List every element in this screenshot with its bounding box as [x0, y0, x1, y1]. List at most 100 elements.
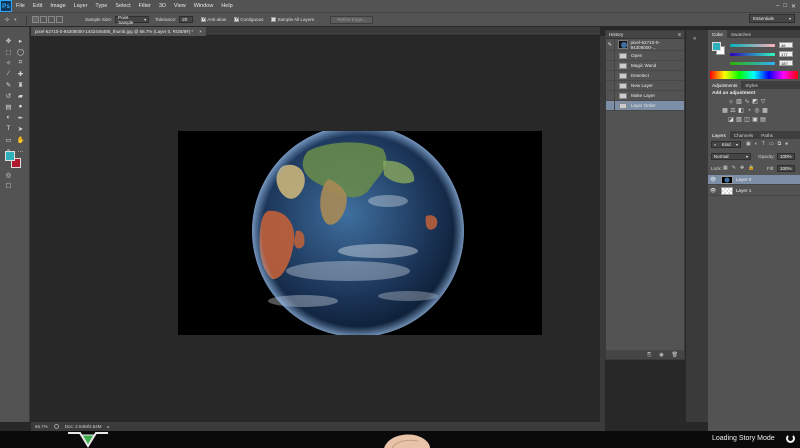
- invert-icon[interactable]: ◪: [728, 117, 734, 123]
- red-value[interactable]: 46: [779, 42, 793, 48]
- selective-color-icon[interactable]: ▣: [752, 117, 758, 123]
- blue-value[interactable]: 187: [779, 60, 793, 66]
- filter-toggle-icon[interactable]: ●: [785, 141, 788, 147]
- blue-slider[interactable]: 187: [730, 60, 793, 66]
- filter-shape-icon[interactable]: ▭: [769, 141, 774, 147]
- layer-filter-select[interactable]: ⌕ Kind ▾: [711, 141, 741, 148]
- filter-type-icon[interactable]: T: [762, 141, 765, 147]
- tab-swatches[interactable]: Swatches: [727, 30, 755, 38]
- panel-menu-icon[interactable]: ≡: [678, 32, 684, 38]
- hue-saturation-icon[interactable]: ▦: [722, 108, 728, 114]
- menu-help[interactable]: Help: [217, 3, 236, 9]
- tab-paths[interactable]: Paths: [757, 131, 777, 139]
- tab-adjustments[interactable]: Adjustments: [708, 81, 742, 89]
- add-selection-icon[interactable]: [40, 16, 47, 23]
- sample-all-layers-checkbox[interactable]: Sample All Layers: [271, 17, 314, 22]
- layer-name[interactable]: Layer 1: [736, 188, 751, 193]
- pen-tool-icon[interactable]: ✒: [16, 113, 25, 122]
- stamp-tool-icon[interactable]: ♜: [16, 80, 25, 89]
- trash-icon[interactable]: 🗑: [672, 352, 678, 358]
- refine-edge-button[interactable]: Refine Edge...: [330, 15, 374, 24]
- healing-tool-icon[interactable]: ✚: [16, 69, 25, 78]
- history-brush-source-icon[interactable]: [606, 90, 615, 101]
- tolerance-input[interactable]: 20: [179, 16, 194, 23]
- history-item[interactable]: New Layer: [606, 80, 684, 91]
- history-item[interactable]: Magic Wand: [606, 60, 684, 71]
- threshold-icon[interactable]: ◫: [744, 117, 750, 123]
- crop-tool-icon[interactable]: ⌗: [16, 58, 25, 67]
- marquee-tool-icon[interactable]: ⬚: [4, 47, 13, 56]
- ellipsis-icon[interactable]: …: [16, 146, 25, 155]
- layer-row[interactable]: 👁 Layer 0: [708, 175, 800, 185]
- status-menu-arrow-icon[interactable]: ▸: [108, 424, 110, 429]
- fill-input[interactable]: 100%: [777, 165, 795, 172]
- shape-tool-icon[interactable]: ▭: [4, 135, 13, 144]
- layer-row[interactable]: 👁 Layer 1: [708, 186, 800, 196]
- opacity-input[interactable]: 100%: [777, 153, 795, 160]
- quick-mask-icon[interactable]: ◎: [4, 170, 13, 179]
- history-item[interactable]: Open: [606, 50, 684, 61]
- posterize-icon[interactable]: ▨: [736, 117, 742, 123]
- zoom-level[interactable]: 66.7%: [35, 424, 48, 429]
- brightness-icon[interactable]: ☼: [728, 99, 734, 105]
- vibrance-icon[interactable]: ▽: [760, 99, 766, 105]
- menu-3d[interactable]: 3D: [155, 3, 170, 9]
- curves-icon[interactable]: ∿: [744, 99, 750, 105]
- anti-alias-checkbox[interactable]: Anti-alias: [201, 16, 226, 22]
- eyedropper-tool-icon[interactable]: ⁄: [4, 69, 13, 78]
- intersect-selection-icon[interactable]: [56, 16, 63, 23]
- menu-edit[interactable]: Edit: [29, 3, 46, 9]
- contiguous-checkbox[interactable]: Contiguous: [234, 16, 263, 22]
- history-item[interactable]: Deselect: [606, 70, 684, 81]
- black-white-icon[interactable]: ◧: [738, 108, 744, 114]
- gradient-tool-icon[interactable]: ▤: [4, 102, 13, 111]
- history-item[interactable]: Make Layer: [606, 90, 684, 101]
- tab-channels[interactable]: Channels: [730, 131, 757, 139]
- green-value[interactable]: 177: [779, 51, 793, 57]
- filter-adjustment-icon[interactable]: ◐: [755, 141, 758, 147]
- channel-mixer-icon[interactable]: ◎: [754, 108, 760, 114]
- tab-layers[interactable]: Layers: [708, 131, 730, 139]
- move-tool-icon[interactable]: ✥: [4, 36, 13, 45]
- history-snapshot[interactable]: ✎ pixel-62710-0-94308000-...: [606, 38, 684, 51]
- blend-mode-select[interactable]: Normal ▾: [711, 153, 751, 160]
- foreground-color-swatch[interactable]: [5, 151, 15, 161]
- history-brush-source-icon[interactable]: [606, 100, 615, 111]
- tab-color[interactable]: Color: [708, 30, 727, 38]
- visibility-eye-icon[interactable]: 👁: [708, 188, 718, 194]
- screen-mode-icon[interactable]: ▢: [4, 180, 13, 189]
- history-brush-source-icon[interactable]: [606, 80, 615, 91]
- new-selection-icon[interactable]: [32, 16, 39, 23]
- history-brush-source-icon[interactable]: [606, 50, 615, 61]
- red-slider[interactable]: 46: [730, 42, 793, 48]
- history-tab[interactable]: History: [609, 32, 623, 37]
- hand-tool-icon[interactable]: ✋: [16, 135, 25, 144]
- type-tool-icon[interactable]: T: [4, 124, 13, 133]
- canvas-area[interactable]: ⧉: [31, 36, 625, 422]
- dodge-tool-icon[interactable]: ◐: [4, 113, 13, 122]
- tool-preset-chevron-icon[interactable]: ▾: [14, 17, 22, 23]
- camera-icon[interactable]: ◉: [659, 352, 663, 358]
- menu-filter[interactable]: Filter: [135, 3, 155, 9]
- menu-view[interactable]: View: [170, 3, 190, 9]
- lock-all-icon[interactable]: 🔒: [748, 165, 754, 171]
- eraser-tool-icon[interactable]: ▰: [16, 91, 25, 100]
- document-image[interactable]: [178, 131, 542, 335]
- color-lookup-icon[interactable]: ▩: [762, 108, 768, 114]
- history-brush-icon[interactable]: ↺: [4, 91, 13, 100]
- history-brush-source-icon[interactable]: ✎: [606, 38, 615, 51]
- menu-window[interactable]: Window: [190, 3, 218, 9]
- path-selection-icon[interactable]: ➤: [16, 124, 25, 133]
- minimize-button[interactable]: –: [776, 3, 779, 9]
- magic-wand-icon[interactable]: ✧: [0, 16, 14, 24]
- doc-size-info[interactable]: Doc: 2.64M/2.64M: [65, 424, 102, 429]
- visibility-eye-icon[interactable]: 👁: [708, 177, 718, 183]
- close-window-button[interactable]: ✕: [791, 3, 796, 10]
- menu-layer[interactable]: Layer: [70, 3, 92, 9]
- document-tab[interactable]: pixel-62710-0-94308000-1442445486_thumb.…: [31, 27, 206, 36]
- layer-name[interactable]: Layer 0: [736, 177, 751, 182]
- magic-wand-tool-icon[interactable]: ✧: [4, 58, 13, 67]
- color-spectrum-ramp[interactable]: [710, 71, 798, 79]
- collapse-dock-icon[interactable]: «: [693, 36, 696, 42]
- filter-pixel-icon[interactable]: ▣: [746, 141, 751, 147]
